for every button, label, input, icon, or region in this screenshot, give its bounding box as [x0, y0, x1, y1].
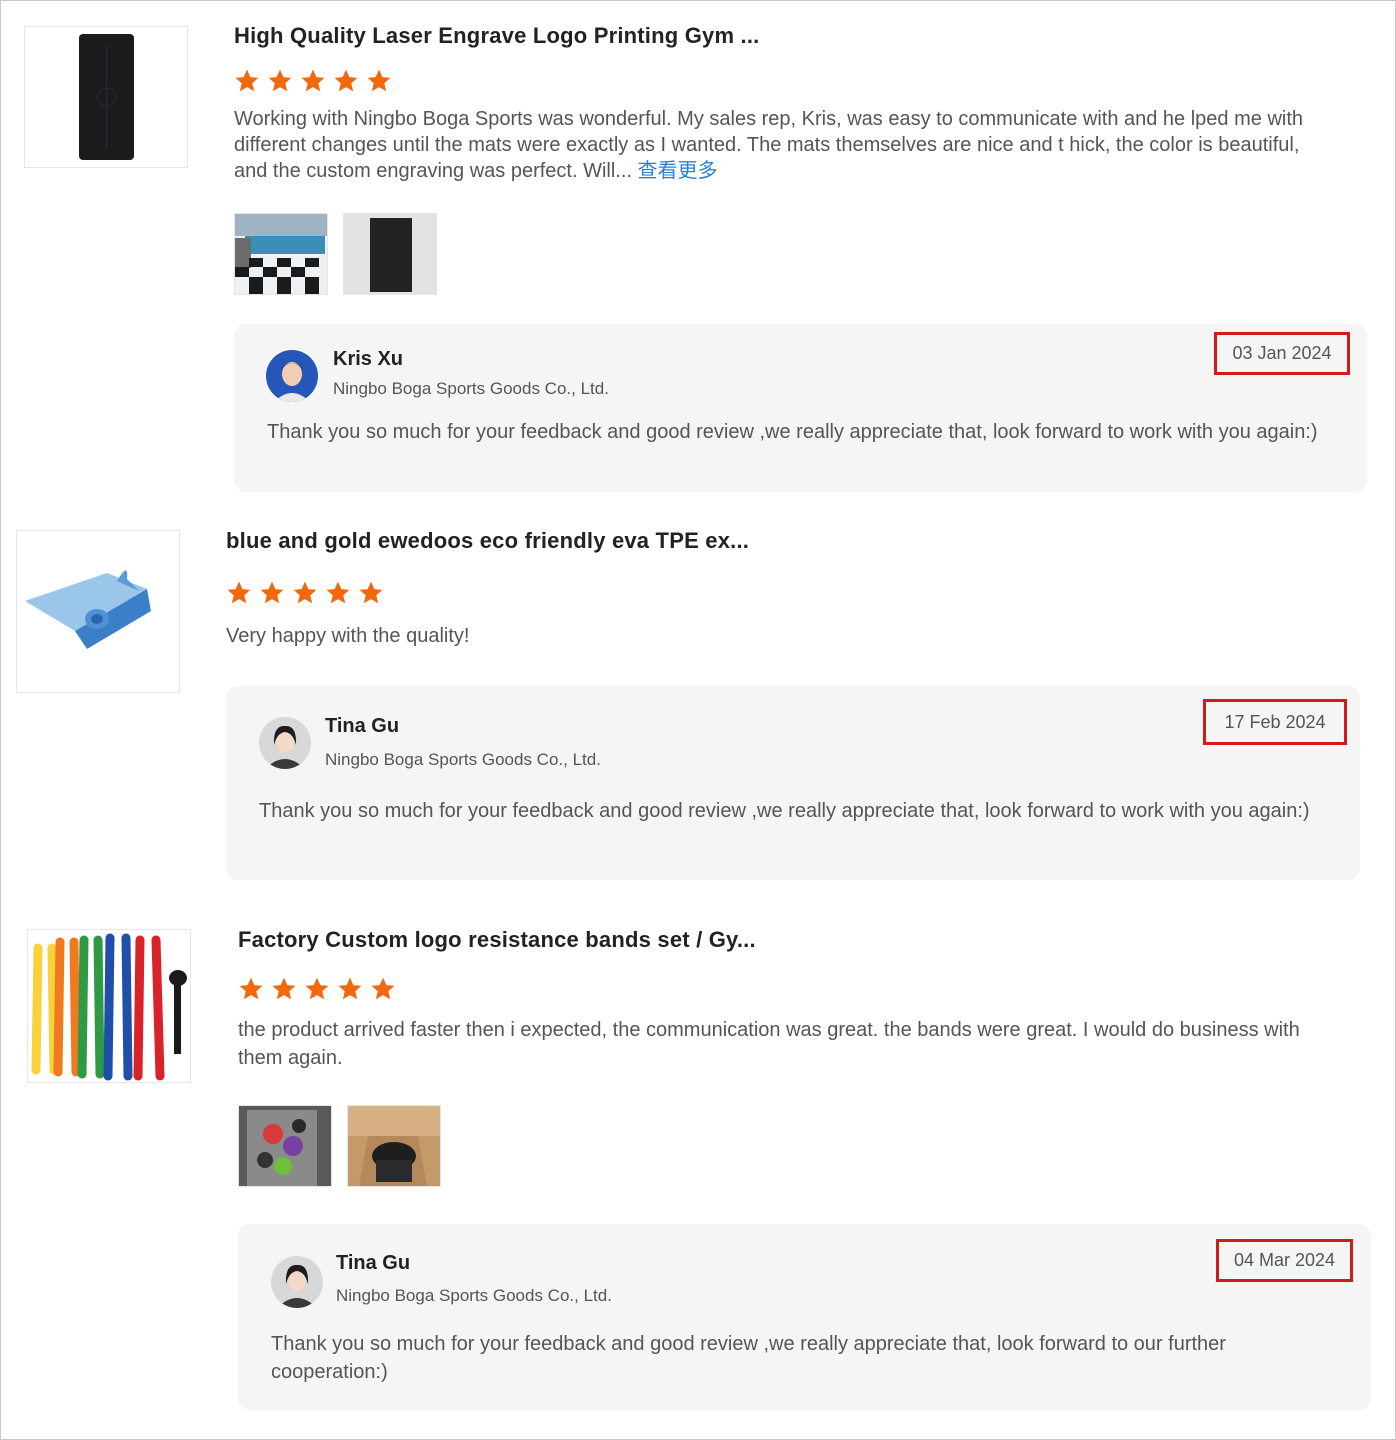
reply-author-name: Tina Gu [336, 1252, 411, 1274]
review-photo[interactable] [238, 1105, 332, 1187]
reply-text: Thank you so much for your feedback and … [259, 800, 1310, 822]
reply-company: Ningbo Boga Sports Goods Co., Ltd. [325, 750, 601, 769]
reply-text: Thank you so much for your feedback and … [267, 421, 1318, 443]
star-icon [292, 580, 318, 606]
star-icon [226, 580, 252, 606]
star-icon [304, 976, 330, 1002]
rating-stars [226, 580, 384, 606]
star-icon [271, 976, 297, 1002]
reply-text: Thank you so much for your feedback and … [271, 1333, 1226, 1383]
product-thumbnail[interactable] [24, 26, 188, 168]
product-thumbnail[interactable] [27, 929, 191, 1083]
star-icon [325, 580, 351, 606]
star-icon [370, 976, 396, 1002]
star-icon [333, 68, 359, 94]
seller-reply: Kris Xu Ningbo Boga Sports Goods Co., Lt… [234, 324, 1367, 492]
star-icon [234, 68, 260, 94]
review-text: Working with Ningbo Boga Sports was wond… [234, 106, 1314, 184]
reply-date: 03 Jan 2024 [1214, 332, 1350, 375]
rating-stars [238, 976, 396, 1002]
avatar [259, 717, 311, 769]
seller-reply: Tina Gu Ningbo Boga Sports Goods Co., Lt… [238, 1224, 1371, 1410]
reply-author-name: Tina Gu [325, 715, 400, 737]
review-photo[interactable] [347, 1105, 441, 1187]
star-icon [259, 580, 285, 606]
review-text: the product arrived faster then i expect… [238, 1019, 1300, 1069]
reply-company: Ningbo Boga Sports Goods Co., Ltd. [336, 1286, 612, 1305]
rating-stars [234, 68, 392, 94]
review-photo[interactable] [234, 213, 328, 295]
review-text: Very happy with the quality! [226, 625, 470, 647]
star-icon [366, 68, 392, 94]
review-body: Working with Ningbo Boga Sports was wond… [234, 108, 1304, 182]
reply-company: Ningbo Boga Sports Goods Co., Ltd. [333, 379, 609, 398]
star-icon [238, 976, 264, 1002]
see-more-link[interactable]: 查看更多 [638, 160, 718, 182]
reply-date: 17 Feb 2024 [1203, 699, 1347, 745]
star-icon [267, 68, 293, 94]
star-icon [358, 580, 384, 606]
reply-date: 04 Mar 2024 [1216, 1239, 1353, 1282]
review-photo[interactable] [343, 213, 437, 295]
product-title[interactable]: blue and gold ewedoos eco friendly eva T… [226, 528, 749, 554]
product-title[interactable]: Factory Custom logo resistance bands set… [238, 927, 756, 953]
star-icon [300, 68, 326, 94]
reply-author-name: Kris Xu [333, 348, 404, 370]
avatar [266, 350, 318, 402]
star-icon [337, 976, 363, 1002]
product-thumbnail[interactable] [16, 530, 180, 693]
avatar [271, 1256, 323, 1308]
seller-reply: Tina Gu Ningbo Boga Sports Goods Co., Lt… [226, 686, 1360, 880]
product-title[interactable]: High Quality Laser Engrave Logo Printing… [234, 23, 759, 49]
